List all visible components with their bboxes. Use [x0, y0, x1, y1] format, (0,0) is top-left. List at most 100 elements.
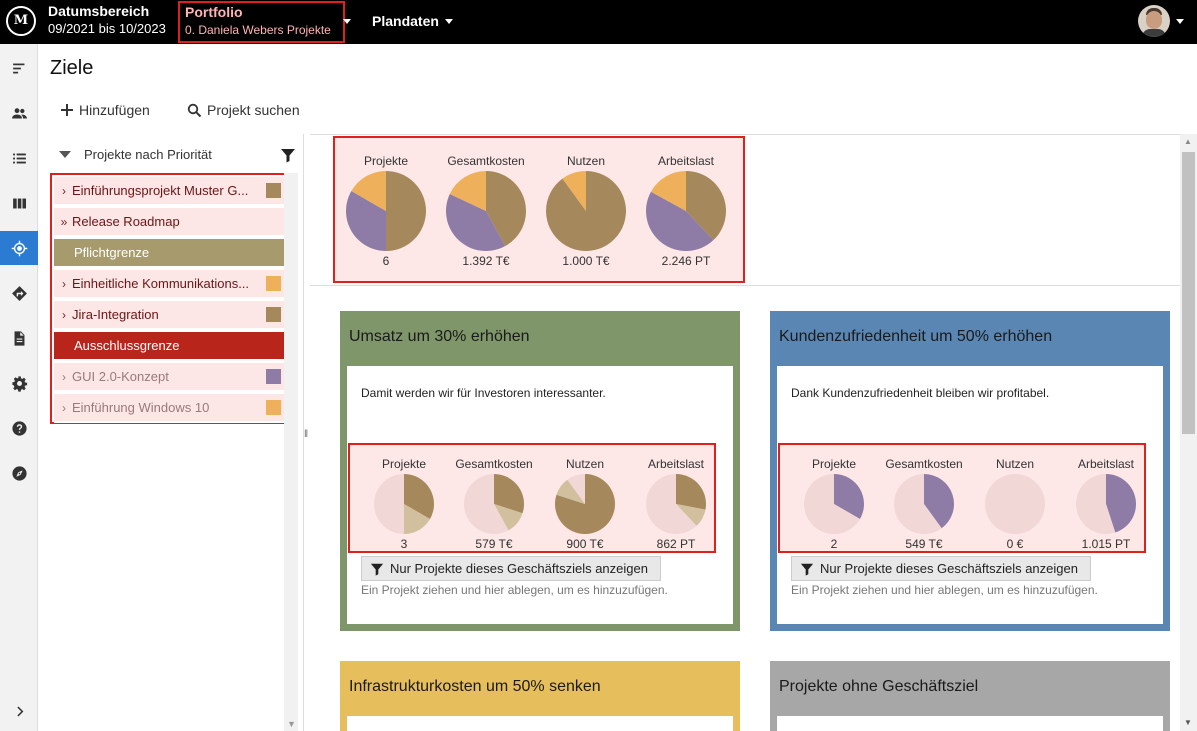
project-color-swatch [266, 276, 281, 291]
goal1-projekte-value: 3 [400, 537, 408, 551]
project-list-item[interactable]: › Einheitliche Kommunikations... [54, 270, 285, 299]
panel-splitter[interactable]: ‖ [303, 134, 310, 731]
filter-by-goal-label: Nur Projekte dieses Geschäftsziels anzei… [390, 561, 648, 576]
goal1-nutzen-pie-chart [555, 474, 615, 534]
goal1-gesamtkosten-pie-chart [464, 474, 524, 534]
project-list-item[interactable]: › Einführungsprojekt Muster G... [54, 177, 285, 206]
top-bar: M Datumsbereich 09/2021 bis 10/2023 Port… [0, 0, 1197, 44]
date-range-value: 09/2021 bis 10/2023 [48, 21, 166, 36]
goal2-gesamtkosten-value: 549 T€ [905, 537, 943, 551]
project-list-scrollbar[interactable] [284, 173, 298, 731]
project-color-swatch [266, 183, 281, 198]
date-range-selector[interactable]: Datumsbereich 09/2021 bis 10/2023 [48, 3, 166, 37]
goal-body [777, 716, 1163, 731]
project-list-header: Projekte nach Priorität [50, 136, 300, 172]
goal1-arbeitslast-pie-chart [646, 474, 706, 534]
goal2-gesamtkosten-pie-chart [894, 474, 954, 534]
expand-chevron-icon[interactable]: › [54, 184, 72, 198]
drop-hint: Ein Projekt ziehen und hier ablegen, um … [361, 583, 668, 597]
goal2-gesamtkosten-pie-cell: Gesamtkosten 549 T€ [879, 457, 969, 551]
portfolio-summary-charts: Projekte 6 Gesamtkosten 1.392 T€ Nutzen 1.000… [333, 136, 745, 283]
goal1-gesamtkosten-value: 579 T€ [475, 537, 513, 551]
summary-arbeitslast-pie-cell: Arbeitslast 2.246 PT [641, 154, 731, 268]
summary-projekte-slice-1 [386, 171, 426, 251]
search-project-button[interactable]: Projekt suchen [187, 102, 300, 118]
drag-handle-icon[interactable]: ‖ [304, 429, 308, 440]
goal2-nutzen-pie-chart [985, 474, 1045, 534]
plandaten-menu[interactable]: Plandaten [372, 13, 439, 29]
goal-title[interactable]: Infrastrukturkosten um 50% senken [349, 678, 601, 696]
add-button-label: Hinzufügen [79, 102, 150, 118]
project-name: Einheitliche Kommunikations... [72, 276, 250, 291]
gear-icon[interactable] [0, 366, 38, 400]
app-logo[interactable]: M [6, 6, 36, 36]
goal1-projekte-pie-cell: Projekte 3 [359, 457, 449, 551]
list-icon[interactable] [0, 141, 38, 175]
document-icon[interactable] [0, 321, 38, 355]
goal2-arbeitslast-label: Arbeitslast [1077, 457, 1135, 471]
project-list-item[interactable]: › Jira-Integration [54, 301, 285, 330]
expand-icon[interactable] [0, 694, 38, 728]
directions-icon[interactable] [0, 276, 38, 310]
scroll-down-icon[interactable]: ▼ [1184, 718, 1192, 727]
summary-projekte-pie-chart [346, 171, 426, 251]
expand-chevron-icon[interactable]: › [54, 401, 72, 415]
people-icon[interactable] [0, 96, 38, 130]
goal-body: Damit werden wir für Investoren interess… [347, 366, 733, 624]
help-icon[interactable] [0, 411, 38, 445]
filter-by-goal-button[interactable]: Nur Projekte dieses Geschäftsziels anzei… [791, 556, 1091, 581]
priority-boundary[interactable]: Pflichtgrenze [54, 239, 285, 268]
goal2-arbeitslast-pie-chart [1076, 474, 1136, 534]
menu-icon[interactable] [0, 51, 38, 85]
summary-projekte-value: 6 [382, 254, 390, 268]
filter-icon[interactable] [280, 147, 296, 163]
expand-chevron-icon[interactable]: › [54, 308, 72, 322]
summary-gesamtkosten-value: 1.392 T€ [462, 254, 510, 268]
project-name: Release Roadmap [72, 214, 180, 229]
avatar[interactable] [1138, 5, 1170, 37]
user-menu-dropdown-icon[interactable] [1176, 19, 1184, 24]
goal-title[interactable]: Kundenzufriedenheit um 50% erhöhen [779, 328, 1052, 346]
goal-pie-charts: Projekte 2 Gesamtkosten 549 T€ Nutzen 0 € Arbe… [778, 443, 1146, 553]
scroll-down-icon[interactable]: ▼ [287, 719, 296, 729]
goal-description: Damit werden wir für Investoren interess… [361, 386, 606, 400]
portfolio-dropdown-icon[interactable] [343, 19, 351, 24]
columns-icon[interactable] [0, 186, 38, 220]
priority-boundary-label: Pflichtgrenze [74, 245, 150, 260]
project-list-item[interactable]: › GUI 2.0-Konzept [54, 363, 285, 392]
filter-by-goal-button[interactable]: Nur Projekte dieses Geschäftsziels anzei… [361, 556, 661, 581]
summary-arbeitslast-value: 2.246 PT [661, 254, 711, 268]
scroll-up-icon[interactable]: ▲ [1184, 137, 1192, 146]
summary-nutzen-pie-cell: Nutzen 1.000 T€ [541, 154, 631, 268]
target-icon[interactable] [0, 231, 38, 265]
compass-icon[interactable] [0, 456, 38, 490]
add-button[interactable]: Hinzufügen [60, 102, 150, 118]
summary-gesamtkosten-pie-chart [446, 171, 526, 251]
business-goal-card[interactable]: Projekte ohne Geschäftsziel [770, 661, 1170, 731]
goal-body [347, 716, 733, 731]
plandaten-dropdown-icon[interactable] [445, 19, 453, 24]
filter-by-goal-label: Nur Projekte dieses Geschäftsziels anzei… [820, 561, 1078, 576]
business-goal-card[interactable]: Kundenzufriedenheit um 50% erhöhen Dank K… [770, 311, 1170, 631]
project-list: › Einführungsprojekt Muster G...» Release … [50, 173, 290, 424]
portfolio-selector[interactable]: Portfolio 0. Daniela Webers Projekte [178, 1, 345, 43]
expand-chevron-icon[interactable]: » [54, 215, 72, 229]
goal1-nutzen-label: Nutzen [565, 457, 605, 471]
collapse-icon[interactable] [59, 151, 71, 158]
business-goal-card[interactable]: Umsatz um 30% erhöhen Damit werden wir fü… [340, 311, 740, 631]
main-scrollbar-thumb[interactable] [1182, 152, 1195, 434]
project-list-item[interactable]: › Einführung Windows 10 [54, 394, 285, 423]
priority-boundary[interactable]: Ausschlussgrenze [54, 332, 285, 361]
goal-title[interactable]: Umsatz um 30% erhöhen [349, 328, 530, 346]
goal-title[interactable]: Projekte ohne Geschäftsziel [779, 678, 978, 696]
project-list-item[interactable]: » Release Roadmap [54, 208, 285, 237]
goal2-nutzen-pie-cell: Nutzen 0 € [970, 457, 1060, 551]
expand-chevron-icon[interactable]: › [54, 370, 72, 384]
drop-hint: Ein Projekt ziehen und hier ablegen, um … [791, 583, 1098, 597]
main-scrollbar[interactable]: ▲ ▼ [1180, 134, 1197, 731]
expand-chevron-icon[interactable]: › [54, 277, 72, 291]
project-sort-label[interactable]: Projekte nach Priorität [84, 147, 212, 162]
summary-arbeitslast-pie-chart [646, 171, 726, 251]
goal2-projekte-pie-cell: Projekte 2 [789, 457, 879, 551]
business-goal-card[interactable]: Infrastrukturkosten um 50% senken [340, 661, 740, 731]
